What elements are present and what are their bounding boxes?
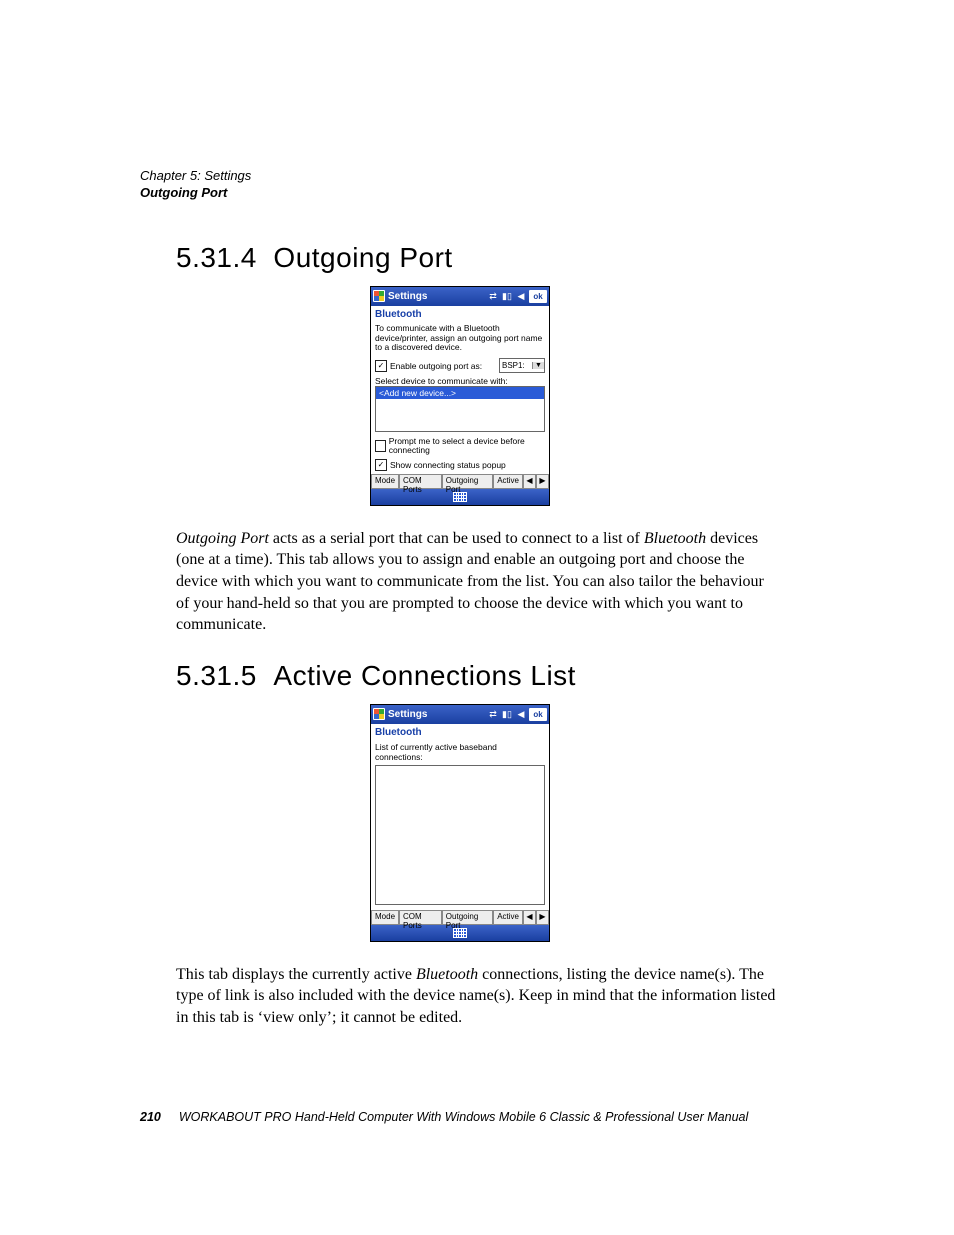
- show-status-checkbox[interactable]: ✓: [375, 459, 387, 471]
- tab-scroll-right[interactable]: ▶: [536, 911, 549, 925]
- tab-strip: Mode COM Ports Outgoing Port Active ◀ ▶: [371, 910, 549, 925]
- tab-active[interactable]: Active: [493, 911, 523, 925]
- page-number: 210: [140, 1110, 161, 1124]
- screenshot-active-connections: Settings ⇄ ▮▯ ◀ ok Bluetooth List of cur…: [370, 704, 550, 942]
- sip-bar: [371, 489, 549, 505]
- instruction-text: To communicate with a Bluetooth device/p…: [375, 324, 545, 353]
- tab-active[interactable]: Active: [493, 475, 523, 489]
- tab-com-ports[interactable]: COM Ports: [399, 911, 442, 925]
- prompt-label: Prompt me to select a device before conn…: [389, 437, 545, 456]
- start-icon: [373, 290, 385, 302]
- window-title: Settings: [388, 709, 484, 720]
- running-header: Chapter 5: Settings Outgoing Port: [140, 168, 780, 202]
- connections-listbox[interactable]: [375, 765, 545, 905]
- port-combo[interactable]: BSP1: ▼: [499, 358, 545, 373]
- connectivity-icon: ⇄: [487, 708, 499, 720]
- select-device-label: Select device to communicate with:: [375, 376, 545, 386]
- tab-scroll-left[interactable]: ◀: [523, 911, 536, 925]
- volume-icon: ◀: [515, 708, 527, 720]
- list-description: List of currently active baseband connec…: [375, 742, 545, 762]
- chevron-down-icon: ▼: [532, 362, 544, 369]
- ok-button[interactable]: ok: [529, 290, 547, 303]
- window-title: Settings: [388, 291, 484, 302]
- signal-icon: ▮▯: [501, 290, 513, 302]
- connectivity-icon: ⇄: [487, 290, 499, 302]
- enable-port-checkbox[interactable]: ✓: [375, 360, 387, 372]
- ok-button[interactable]: ok: [529, 708, 547, 721]
- chapter-line: Chapter 5: Settings: [140, 168, 780, 185]
- show-status-label: Show connecting status popup: [390, 460, 506, 470]
- tab-scroll-left[interactable]: ◀: [523, 475, 536, 489]
- footer-title: WORKABOUT PRO Hand-Held Computer With Wi…: [179, 1110, 748, 1124]
- tab-mode[interactable]: Mode: [371, 475, 399, 489]
- tab-strip: Mode COM Ports Outgoing Port Active ◀ ▶: [371, 474, 549, 489]
- screenshot-outgoing-port: Settings ⇄ ▮▯ ◀ ok Bluetooth To communic…: [370, 286, 550, 506]
- window-titlebar: Settings ⇄ ▮▯ ◀ ok: [371, 287, 549, 306]
- signal-icon: ▮▯: [501, 708, 513, 720]
- keyboard-icon[interactable]: [453, 492, 467, 502]
- tab-com-ports[interactable]: COM Ports: [399, 475, 442, 489]
- device-listbox[interactable]: <Add new device...>: [375, 386, 545, 432]
- tab-outgoing-port[interactable]: Outgoing Port: [442, 475, 493, 489]
- heading-active-connections: 5.31.5 Active Connections List: [176, 660, 780, 692]
- start-icon: [373, 708, 385, 720]
- keyboard-icon[interactable]: [453, 928, 467, 938]
- sip-bar: [371, 925, 549, 941]
- tab-outgoing-port[interactable]: Outgoing Port: [442, 911, 493, 925]
- page-footer: 210 WORKABOUT PRO Hand-Held Computer With…: [140, 1110, 780, 1124]
- window-titlebar: Settings ⇄ ▮▯ ◀ ok: [371, 705, 549, 724]
- bluetooth-heading: Bluetooth: [375, 309, 545, 320]
- prompt-checkbox[interactable]: [375, 440, 386, 452]
- volume-icon: ◀: [515, 290, 527, 302]
- heading-outgoing-port: 5.31.4 Outgoing Port: [176, 242, 780, 274]
- add-device-item[interactable]: <Add new device...>: [376, 387, 544, 399]
- bluetooth-heading: Bluetooth: [375, 727, 545, 738]
- paragraph-outgoing-port: Outgoing Port acts as a serial port that…: [176, 528, 780, 636]
- paragraph-active-connections: This tab displays the currently active B…: [176, 964, 780, 1029]
- section-line: Outgoing Port: [140, 185, 780, 202]
- enable-port-label: Enable outgoing port as:: [390, 361, 482, 371]
- tab-scroll-right[interactable]: ▶: [536, 475, 549, 489]
- tab-mode[interactable]: Mode: [371, 911, 399, 925]
